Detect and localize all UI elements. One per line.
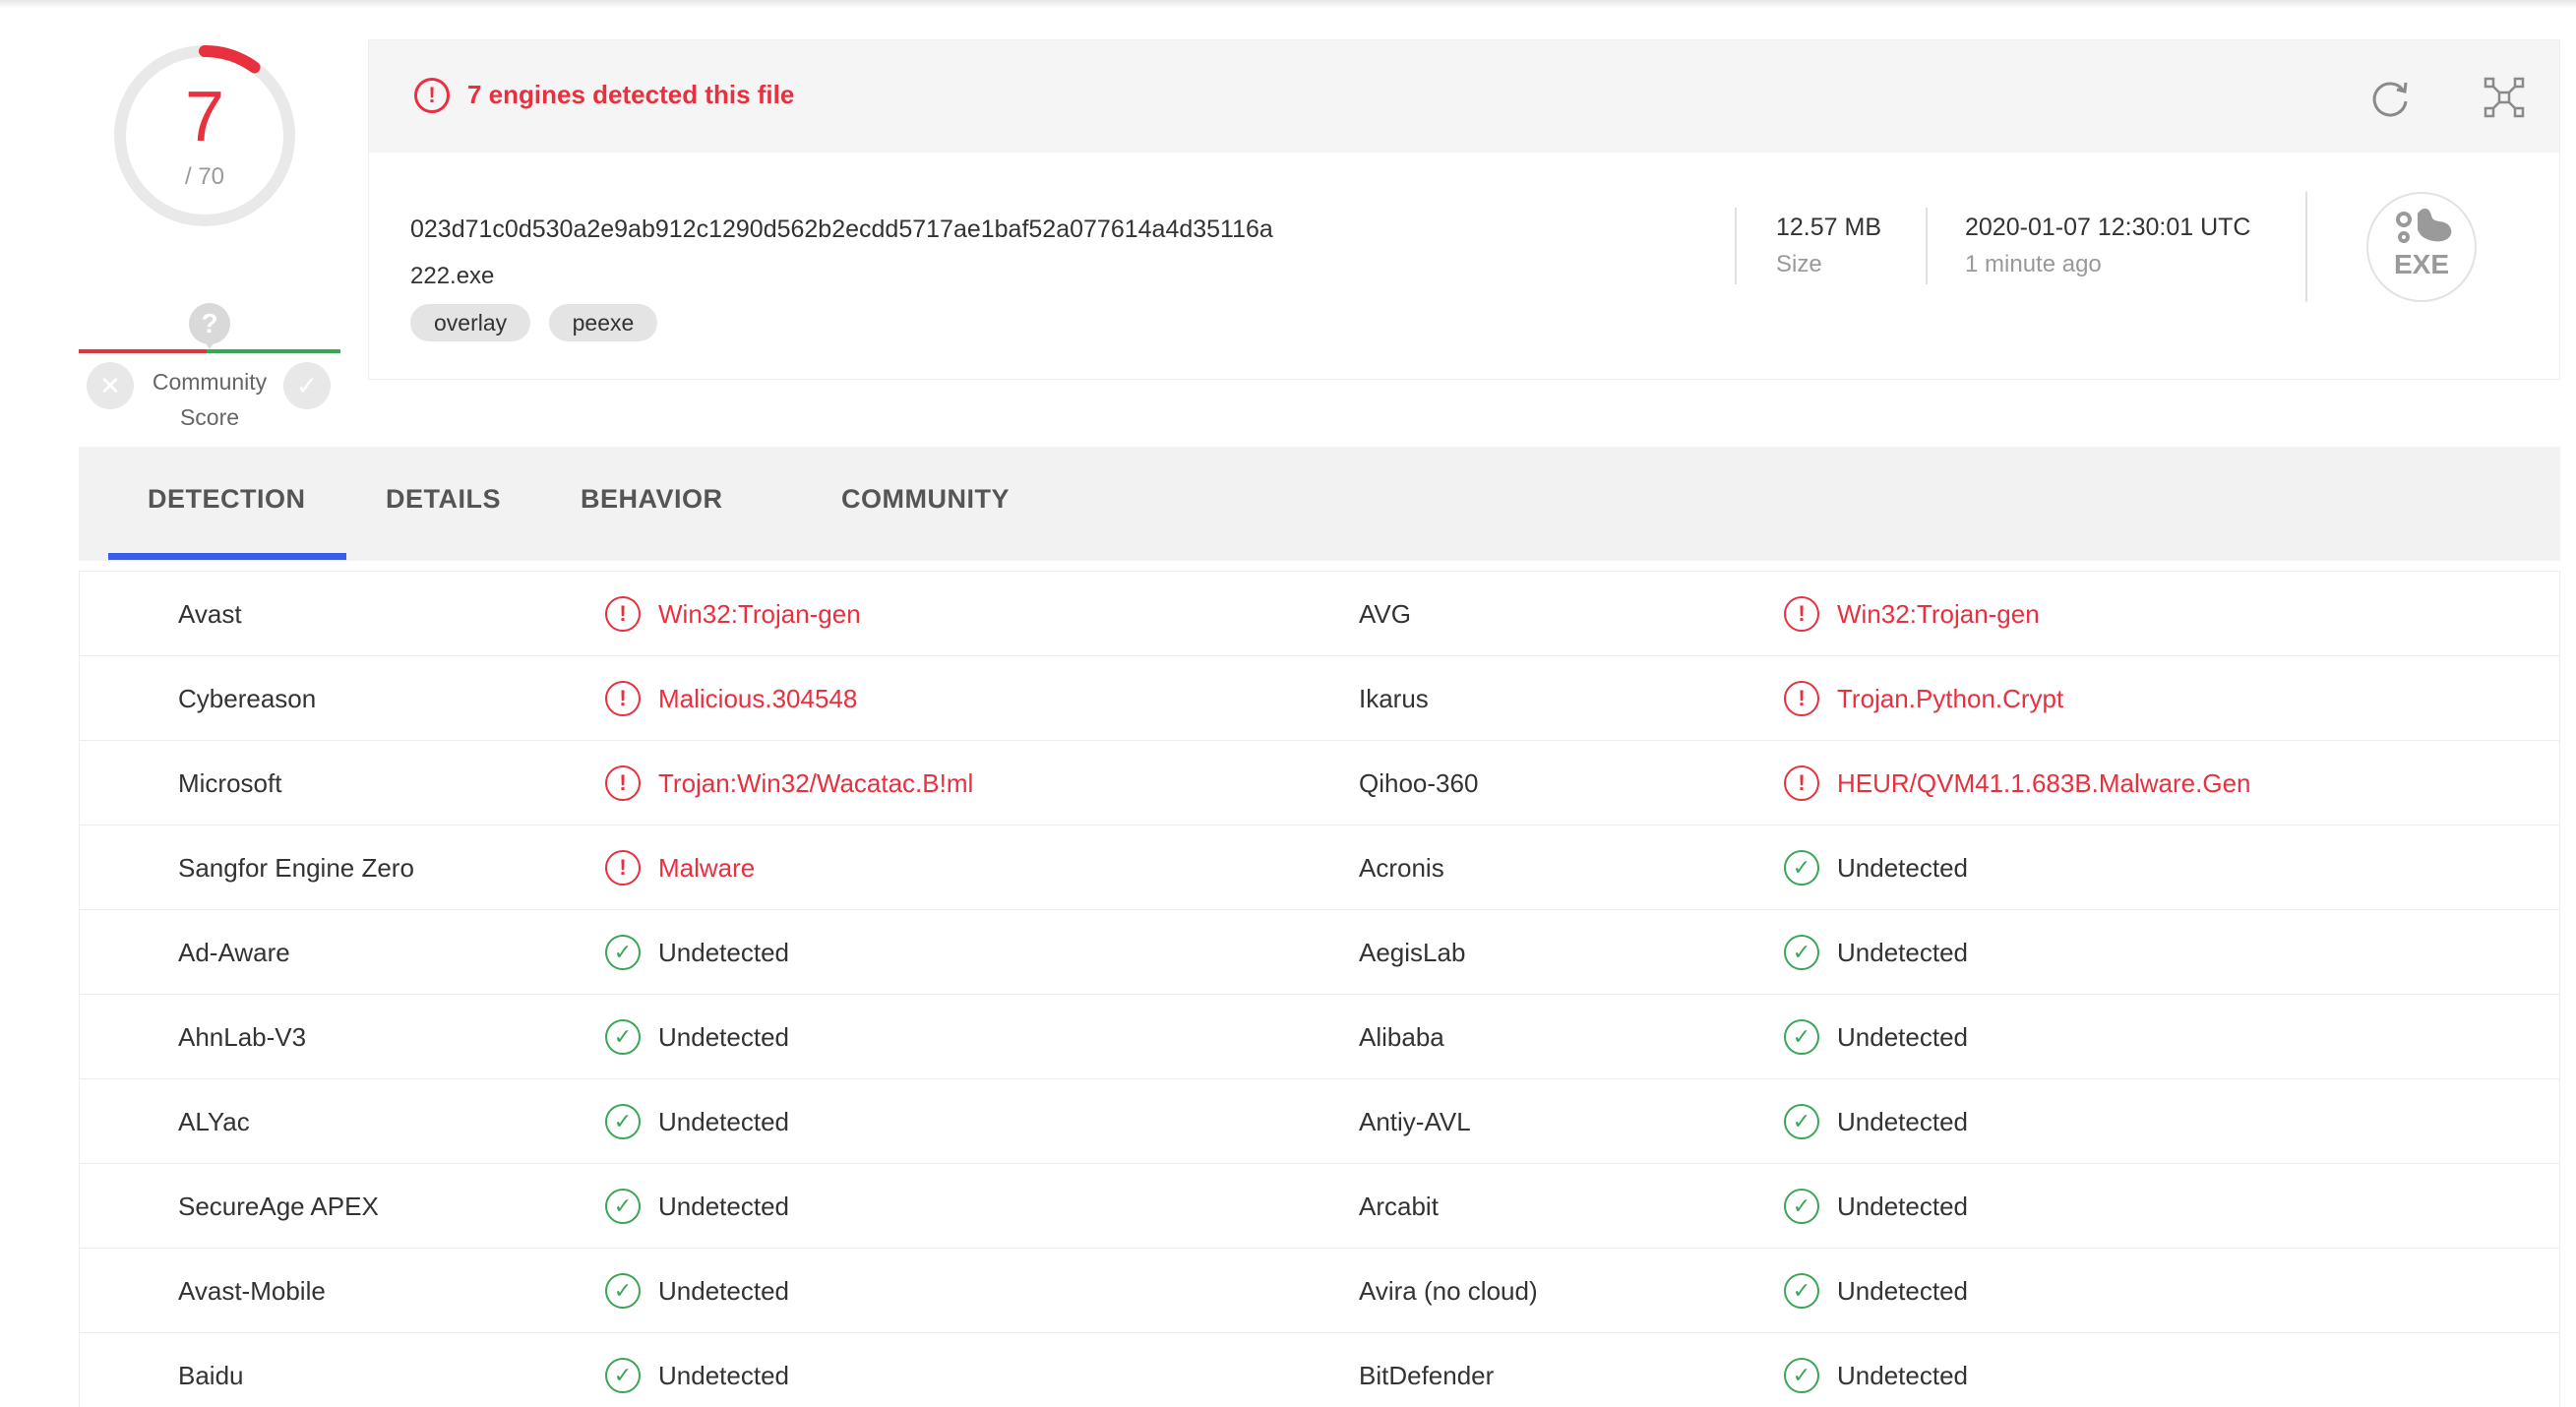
engine-name: Cybereason bbox=[178, 684, 317, 713]
detection-result: Malware bbox=[658, 853, 756, 883]
filetype-label: EXE bbox=[2393, 249, 2450, 279]
tab-community[interactable]: COMMUNITY bbox=[841, 484, 1010, 515]
engine-name: Qihoo-360 bbox=[1359, 768, 1479, 798]
tab-details[interactable]: DETAILS bbox=[386, 484, 501, 515]
engine-name: Avast bbox=[178, 599, 242, 629]
detection-alert-bar: ! 7 engines detected this file bbox=[369, 40, 2559, 153]
community-score-label: Community Score bbox=[152, 369, 268, 430]
detection-result: Undetected bbox=[1837, 1022, 1968, 1052]
tag-overlay[interactable]: overlay bbox=[410, 304, 531, 341]
graph-view-icon[interactable] bbox=[2483, 76, 2526, 119]
engine-name: ALYac bbox=[178, 1107, 250, 1136]
detection-result: Undetected bbox=[1837, 938, 1968, 967]
reanalyze-icon[interactable] bbox=[2366, 74, 2414, 121]
engine-name: Arcabit bbox=[1359, 1192, 1439, 1221]
analysis-date-relative: 1 minute ago bbox=[1965, 251, 2102, 277]
engine-name: Antiy-AVL bbox=[1359, 1107, 1471, 1136]
engine-name: AegisLab bbox=[1359, 938, 1466, 967]
file-size-label: Size bbox=[1776, 251, 1822, 277]
detection-result: Win32:Trojan-gen bbox=[1837, 599, 2040, 629]
vote-harmful-icon[interactable]: ✕ bbox=[87, 362, 134, 409]
detection-result: Malicious.304548 bbox=[658, 684, 858, 713]
top-shadow bbox=[0, 0, 2576, 8]
engine-name: AhnLab-V3 bbox=[178, 1022, 307, 1052]
file-hash[interactable]: 023d71c0d530a2e9ab912c1290d562b2ecdd5717… bbox=[410, 215, 1273, 244]
engine-name: Microsoft bbox=[178, 768, 282, 798]
detection-result: Undetected bbox=[658, 1022, 789, 1052]
table-row: Microsoft ! Trojan:Win32/Wacatac.B!ml Qi… bbox=[80, 741, 2559, 826]
detection-result: Win32:Trojan-gen bbox=[658, 599, 861, 629]
engine-name: BitDefender bbox=[1359, 1361, 1495, 1390]
meta-divider bbox=[1926, 208, 1928, 284]
meta-divider bbox=[2305, 192, 2307, 302]
engine-name: SecureAge APEX bbox=[178, 1192, 379, 1221]
analysis-date-value: 2020-01-07 12:30:01 UTC bbox=[1965, 214, 2251, 241]
detection-result: Trojan:Win32/Wacatac.B!ml bbox=[658, 768, 974, 798]
engine-name: Baidu bbox=[178, 1361, 244, 1390]
engine-name: Alibaba bbox=[1359, 1022, 1444, 1052]
table-row: Avast-Mobile ✓ Undetected Avira (no clou… bbox=[80, 1249, 2559, 1333]
file-size-value: 12.57 MB bbox=[1776, 214, 1882, 241]
detection-result: Undetected bbox=[1837, 1192, 1968, 1221]
table-row: Avast ! Win32:Trojan-gen AVG ! Win32:Tro… bbox=[80, 572, 2559, 656]
report-tabs: DETECTION DETAILS BEHAVIOR COMMUNITY bbox=[79, 447, 2560, 561]
alert-icon: ! bbox=[414, 78, 450, 113]
engine-name: Acronis bbox=[1359, 853, 1444, 883]
detection-result: Undetected bbox=[658, 1276, 789, 1306]
detection-alert-text: 7 engines detected this file bbox=[467, 80, 795, 109]
detections-table: Avast ! Win32:Trojan-gen AVG ! Win32:Tro… bbox=[79, 571, 2560, 1407]
detection-result: HEUR/QVM41.1.683B.Malware.Gen bbox=[1837, 768, 2251, 798]
vote-harmless-icon[interactable]: ✓ bbox=[283, 362, 331, 409]
detection-result: Trojan.Python.Crypt bbox=[1837, 684, 2064, 713]
table-row: AhnLab-V3 ✓ Undetected Alibaba ✓ Undetec… bbox=[80, 995, 2559, 1079]
detection-result: Undetected bbox=[658, 1107, 789, 1136]
detection-result: Undetected bbox=[1837, 1361, 1968, 1390]
total-engines: / 70 bbox=[184, 163, 225, 190]
table-row: Baidu ✓ Undetected BitDefender ✓ Undetec… bbox=[80, 1333, 2559, 1407]
community-question-icon: ? bbox=[189, 303, 230, 349]
tab-behavior[interactable]: BEHAVIOR bbox=[581, 484, 723, 515]
engine-name: Ad-Aware bbox=[178, 938, 290, 967]
active-tab-indicator bbox=[108, 553, 346, 560]
table-row: Sangfor Engine Zero ! Malware Acronis ✓ … bbox=[80, 826, 2559, 910]
table-row: Ad-Aware ✓ Undetected AegisLab ✓ Undetec… bbox=[80, 910, 2559, 995]
table-row: SecureAge APEX ✓ Undetected Arcabit ✓ Un… bbox=[80, 1164, 2559, 1249]
detection-result: Undetected bbox=[1837, 853, 1968, 883]
engine-name: AVG bbox=[1359, 599, 1411, 629]
detection-result: Undetected bbox=[1837, 1276, 1968, 1306]
detection-result: Undetected bbox=[658, 1361, 789, 1390]
table-row: ALYac ✓ Undetected Antiy-AVL ✓ Undetecte… bbox=[80, 1079, 2559, 1164]
engine-name: Sangfor Engine Zero bbox=[178, 853, 414, 883]
table-row: Cybereason ! Malicious.304548 Ikarus ! T… bbox=[80, 656, 2559, 741]
gears-icon bbox=[2396, 208, 2452, 243]
community-bar-positive bbox=[207, 349, 340, 353]
detection-result: Undetected bbox=[658, 938, 789, 967]
detection-score-widget: 7 / 70 ? ✕ Community Score ✓ bbox=[79, 28, 344, 430]
file-tags: overlay peexe bbox=[410, 304, 671, 341]
community-score: ? ✕ Community Score ✓ bbox=[79, 274, 340, 431]
file-summary-card: ! 7 engines detected this file 023d71c0d… bbox=[368, 39, 2560, 380]
engine-name: Avira (no cloud) bbox=[1359, 1276, 1538, 1306]
engine-name: Ikarus bbox=[1359, 684, 1429, 713]
engine-name: Avast-Mobile bbox=[178, 1276, 326, 1306]
filetype-badge: EXE bbox=[2366, 192, 2477, 302]
detection-result: Undetected bbox=[1837, 1107, 1968, 1136]
file-name: 222.exe bbox=[410, 263, 495, 289]
meta-divider bbox=[1735, 208, 1737, 284]
tag-peexe[interactable]: peexe bbox=[548, 304, 658, 341]
detection-result: Undetected bbox=[658, 1192, 789, 1221]
detected-count: 7 bbox=[184, 78, 225, 156]
tab-detection[interactable]: DETECTION bbox=[148, 484, 306, 515]
community-bar-negative bbox=[79, 349, 207, 353]
